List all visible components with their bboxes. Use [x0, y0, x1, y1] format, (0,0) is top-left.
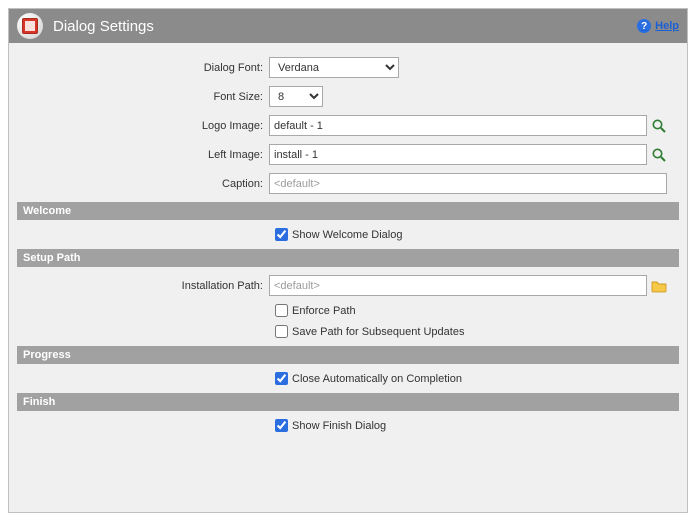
- save-path-checkbox[interactable]: [275, 325, 288, 338]
- caption-input[interactable]: [269, 173, 667, 194]
- dialog-settings-window: Dialog Settings ? Help Dialog Font: Verd…: [8, 8, 688, 513]
- show-welcome-label: Show Welcome Dialog: [292, 229, 402, 241]
- enforce-path-checkbox[interactable]: [275, 304, 288, 317]
- left-image-browse-icon[interactable]: [651, 147, 667, 163]
- installation-path-folder-icon[interactable]: [651, 278, 667, 294]
- caption-label: Caption:: [17, 178, 269, 190]
- installation-path-label: Installation Path:: [17, 280, 269, 292]
- left-image-label: Left Image:: [17, 149, 269, 161]
- section-finish: Finish: [17, 393, 679, 411]
- save-path-label: Save Path for Subsequent Updates: [292, 326, 464, 338]
- logo-image-input[interactable]: [269, 115, 647, 136]
- help-label: Help: [655, 20, 679, 32]
- left-image-input[interactable]: [269, 144, 647, 165]
- form-body: Dialog Font: Verdana Font Size: 8 Logo I…: [9, 43, 687, 448]
- dialog-settings-icon: [17, 13, 43, 39]
- logo-image-label: Logo Image:: [17, 120, 269, 132]
- show-finish-checkbox[interactable]: [275, 419, 288, 432]
- installation-path-input[interactable]: [269, 275, 647, 296]
- section-setup-path: Setup Path: [17, 249, 679, 267]
- page-title: Dialog Settings: [53, 18, 637, 35]
- close-auto-checkbox[interactable]: [275, 372, 288, 385]
- close-auto-label: Close Automatically on Completion: [292, 373, 462, 385]
- section-progress: Progress: [17, 346, 679, 364]
- show-finish-label: Show Finish Dialog: [292, 420, 386, 432]
- font-size-select[interactable]: 8: [269, 86, 323, 107]
- show-welcome-checkbox[interactable]: [275, 228, 288, 241]
- logo-image-browse-icon[interactable]: [651, 118, 667, 134]
- section-welcome: Welcome: [17, 202, 679, 220]
- dialog-font-label: Dialog Font:: [17, 62, 269, 74]
- titlebar: Dialog Settings ? Help: [9, 9, 687, 43]
- help-link[interactable]: ? Help: [637, 19, 679, 33]
- help-icon: ?: [637, 19, 651, 33]
- dialog-font-select[interactable]: Verdana: [269, 57, 399, 78]
- font-size-label: Font Size:: [17, 91, 269, 103]
- enforce-path-label: Enforce Path: [292, 305, 356, 317]
